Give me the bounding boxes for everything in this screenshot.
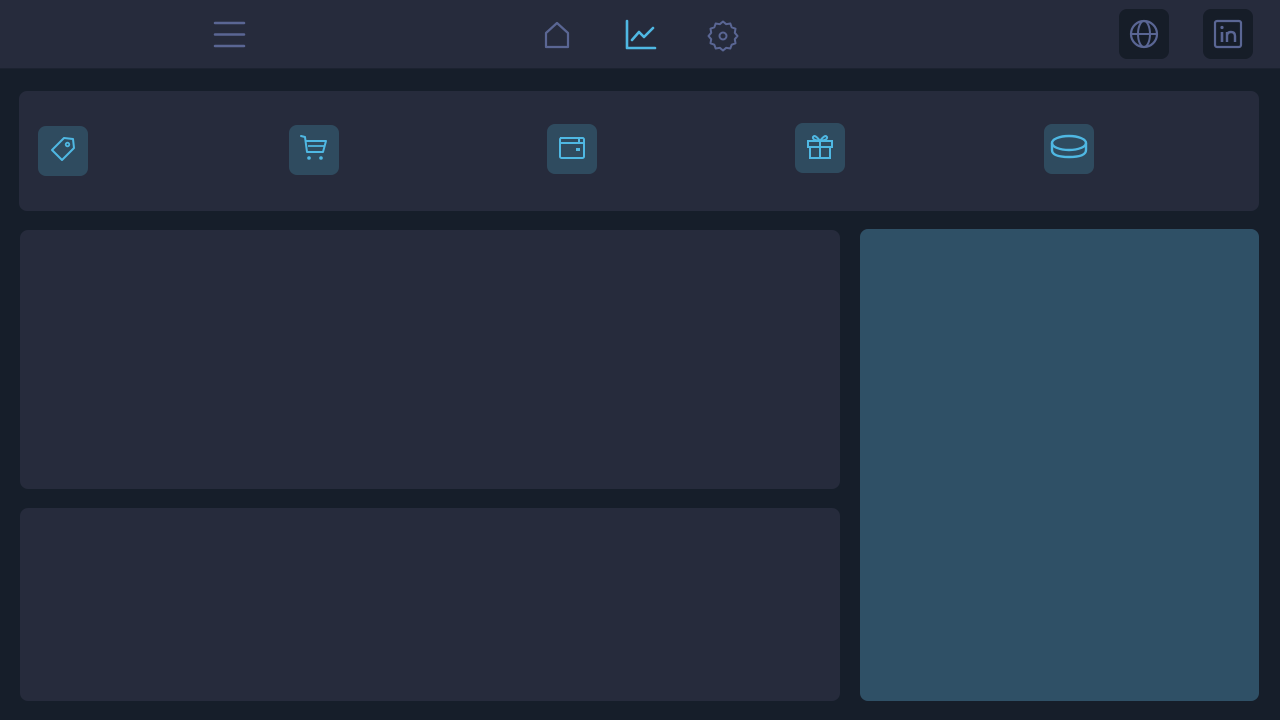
side-panel — [860, 229, 1259, 701]
shopping-cart-button[interactable] — [289, 125, 339, 175]
wallet-button[interactable] — [547, 124, 597, 174]
tag-icon — [49, 135, 77, 168]
gear-icon[interactable] — [705, 17, 741, 53]
globe-icon[interactable] — [1119, 9, 1169, 59]
main-panel-bottom — [20, 508, 840, 701]
wallet-icon — [557, 132, 587, 167]
shopping-cart-icon — [299, 133, 329, 168]
main-panel-top — [20, 230, 840, 489]
linkedin-icon[interactable] — [1203, 9, 1253, 59]
coin-icon — [1049, 132, 1089, 167]
coin-button[interactable] — [1044, 124, 1094, 174]
gift-button[interactable] — [795, 123, 845, 173]
tag-button[interactable] — [38, 126, 88, 176]
hamburger-menu-icon[interactable] — [211, 17, 247, 53]
top-navigation-bar — [0, 0, 1280, 69]
gift-icon — [805, 131, 835, 166]
chart-line-icon[interactable] — [622, 17, 658, 53]
quick-actions-panel — [19, 91, 1259, 211]
home-icon[interactable] — [539, 17, 575, 53]
